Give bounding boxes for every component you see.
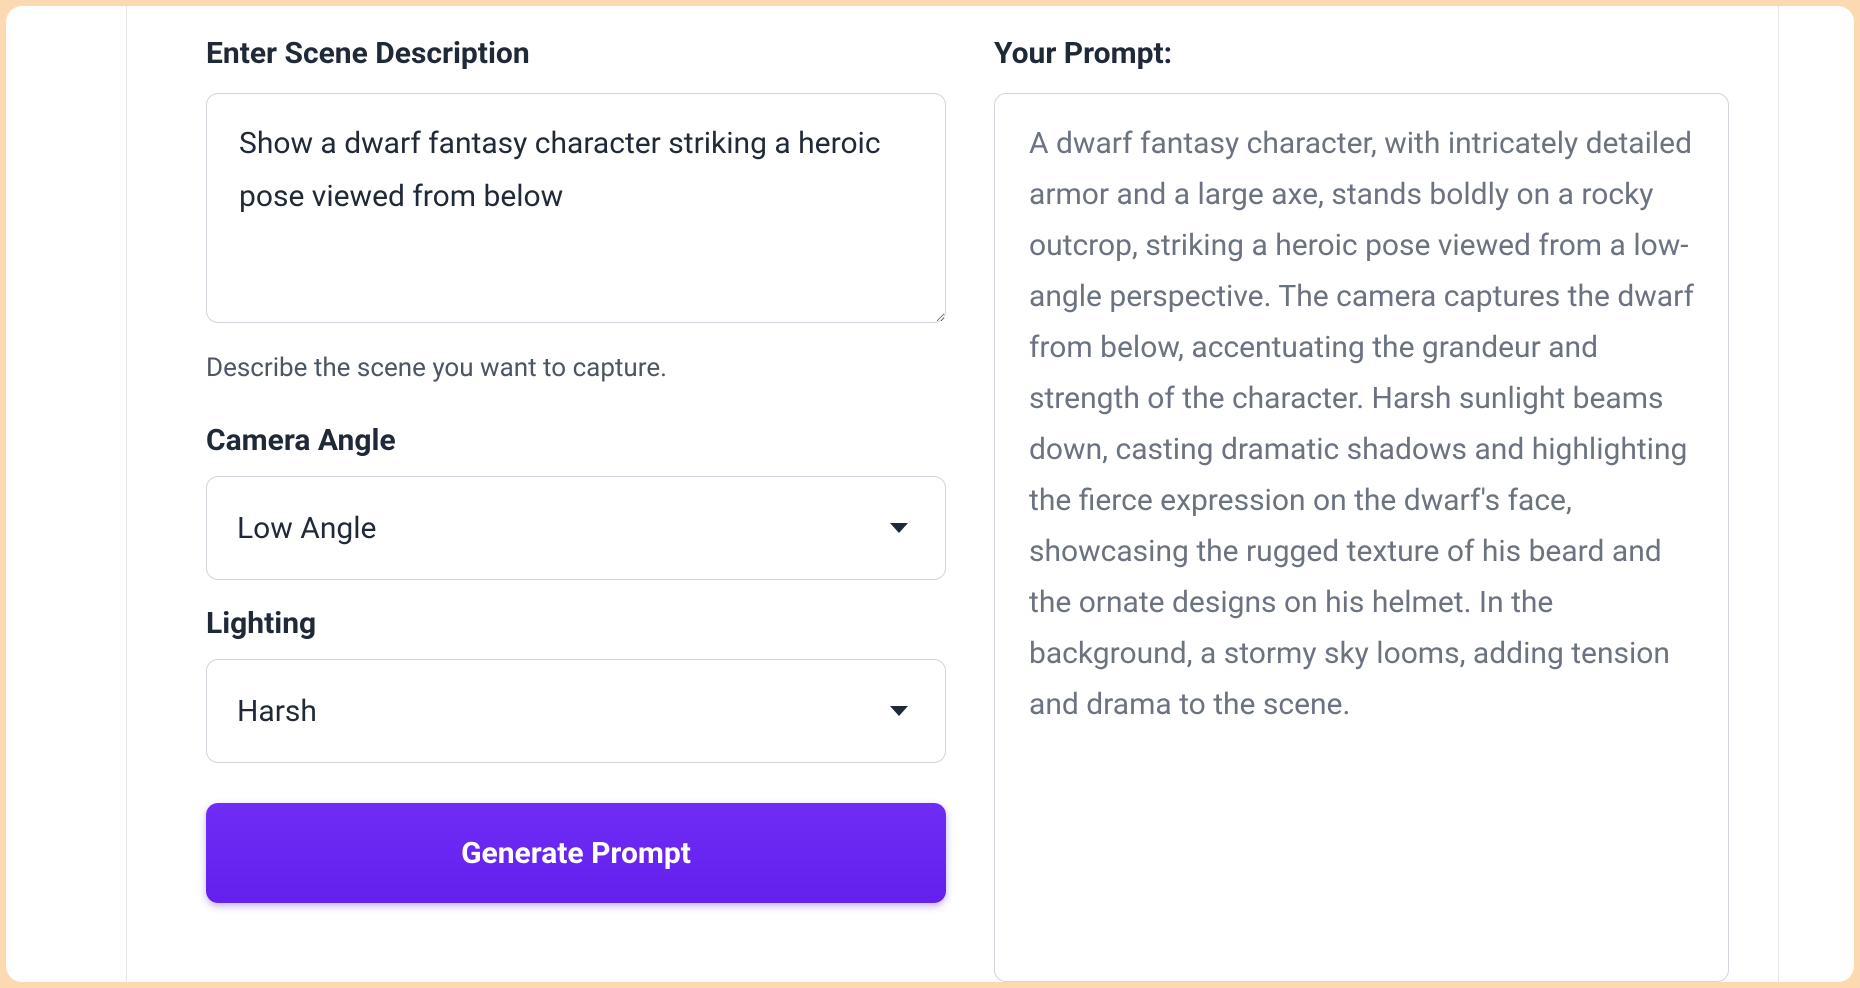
scene-description-helper: Describe the scene you want to capture.: [206, 353, 946, 383]
camera-angle-field: Camera Angle Low Angle: [206, 423, 946, 580]
form-column: Enter Scene Description Describe the sce…: [206, 36, 946, 982]
lighting-label: Lighting: [206, 606, 946, 641]
generate-prompt-button[interactable]: Generate Prompt: [206, 803, 946, 903]
output-box: A dwarf fantasy character, with intricat…: [994, 93, 1729, 982]
your-prompt-title: Your Prompt:: [994, 36, 1729, 71]
scene-description-input[interactable]: [206, 93, 946, 323]
camera-angle-label: Camera Angle: [206, 423, 946, 458]
scene-field: Enter Scene Description Describe the sce…: [206, 36, 946, 383]
output-text: A dwarf fantasy character, with intricat…: [1029, 118, 1694, 730]
camera-angle-select-wrap: Low Angle: [206, 476, 946, 580]
output-column: Your Prompt: A dwarf fantasy character, …: [994, 36, 1729, 982]
app-frame: Enter Scene Description Describe the sce…: [6, 6, 1854, 982]
lighting-field: Lighting Harsh: [206, 606, 946, 763]
lighting-select[interactable]: Harsh: [206, 659, 946, 763]
content: Enter Scene Description Describe the sce…: [126, 6, 1779, 982]
output-scroll[interactable]: A dwarf fantasy character, with intricat…: [995, 94, 1728, 981]
scene-description-label: Enter Scene Description: [206, 36, 946, 71]
camera-angle-select[interactable]: Low Angle: [206, 476, 946, 580]
lighting-select-wrap: Harsh: [206, 659, 946, 763]
